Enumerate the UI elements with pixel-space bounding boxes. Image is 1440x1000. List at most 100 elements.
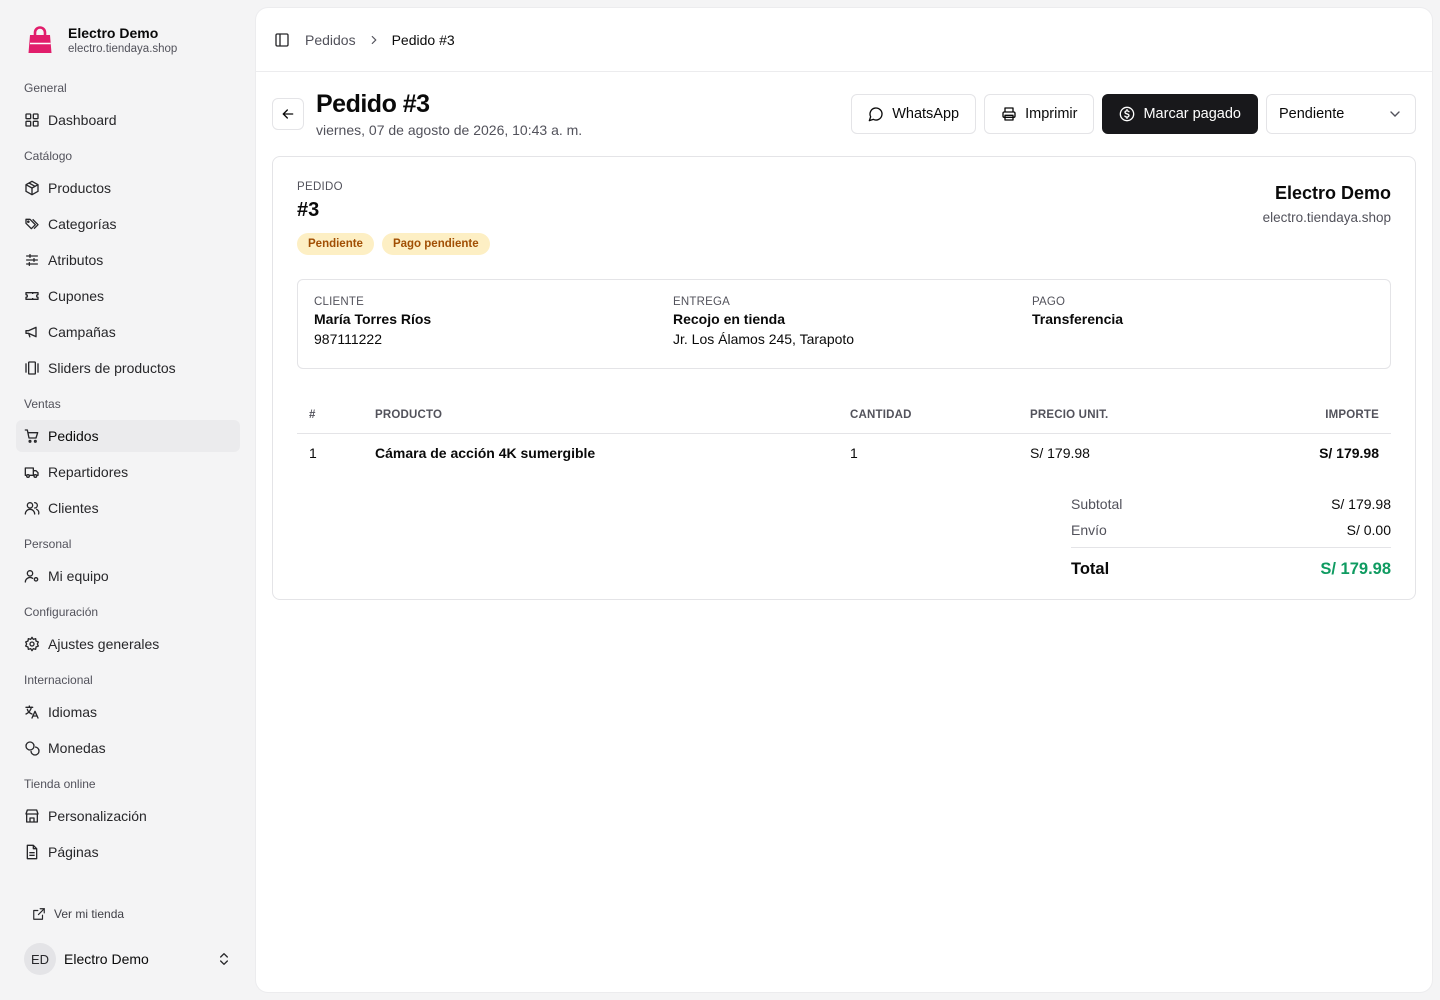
brand[interactable]: Electro Demo electro.tiendaya.shop xyxy=(24,24,177,56)
sidebar-item-categorias[interactable]: Categorías xyxy=(16,208,240,240)
order-totals: Subtotal S/ 179.98 Envío S/ 0.00 Total S… xyxy=(1071,491,1391,590)
table-header-row: # PRODUCTO CANTIDAD PRECIO UNIT. IMPORTE xyxy=(297,397,1391,434)
status-badge: Pendiente xyxy=(297,233,374,255)
customer-name: María Torres Ríos xyxy=(314,311,432,327)
gear-icon xyxy=(24,636,40,652)
nav-group-label: General xyxy=(24,81,67,95)
visit-store-link[interactable]: Ver mi tienda xyxy=(32,904,124,924)
topbar: Pedidos Pedido #3 xyxy=(256,8,1432,72)
sidebar-item-label: Personalización xyxy=(48,808,147,824)
payment-label: PAGO xyxy=(1032,296,1066,308)
sidebar-item-productos[interactable]: Productos xyxy=(16,172,240,204)
sidebar-item-label: Mi equipo xyxy=(48,568,109,584)
printer-icon xyxy=(1001,106,1017,122)
shipping-label: Envío xyxy=(1071,522,1107,538)
layout-grid-icon xyxy=(24,112,40,128)
delivery-method: Recojo en tienda xyxy=(673,311,786,327)
shipping-value: S/ 0.00 xyxy=(1346,522,1391,538)
sidebar-item-dashboard[interactable]: Dashboard xyxy=(16,104,240,136)
breadcrumb-pedidos[interactable]: Pedidos xyxy=(305,32,356,48)
nav-group-tienda-online: Tienda online Personalización Páginas xyxy=(16,772,240,868)
status-select-value: Pendiente xyxy=(1279,106,1345,122)
avatar: ED xyxy=(24,943,56,975)
sidebar-nav: General Dashboard Catálogo Productos Cat… xyxy=(16,76,240,868)
breadcrumb: Pedidos Pedido #3 xyxy=(305,32,455,48)
order-items-table: # PRODUCTO CANTIDAD PRECIO UNIT. IMPORTE… xyxy=(297,397,1391,473)
sidebar-item-label: Repartidores xyxy=(48,464,129,480)
sidebar-item-personalizacion[interactable]: Personalización xyxy=(16,800,240,832)
sidebar-item-label: Ajustes generales xyxy=(48,636,160,652)
table-row: 1 Cámara de acción 4K sumergible 1 S/ 17… xyxy=(297,433,1391,473)
account-switcher[interactable]: ED Electro Demo xyxy=(24,943,240,975)
sidebar-item-mi-equipo[interactable]: Mi equipo xyxy=(16,560,240,592)
sidebar-item-campanas[interactable]: Campañas xyxy=(16,316,240,348)
order-date: viernes, 07 de agosto de 2026, 10:43 a. … xyxy=(316,122,583,138)
customer-info: CLIENTE María Torres Ríos 987111222 xyxy=(314,296,431,347)
print-button[interactable]: Imprimir xyxy=(984,94,1095,134)
cart-icon xyxy=(24,428,40,444)
nav-group-internacional: Internacional Idiomas Monedas xyxy=(16,668,240,764)
payment-method: Transferencia xyxy=(1032,311,1124,327)
shopping-bag-icon xyxy=(24,24,56,56)
sidebar-item-atributos[interactable]: Atributos xyxy=(16,244,240,276)
sidebar-item-ajustes[interactable]: Ajustes generales xyxy=(16,628,240,660)
nav-group-configuracion: Configuración Ajustes generales xyxy=(16,600,240,660)
ticket-icon xyxy=(24,288,40,304)
chevron-down-icon xyxy=(1387,106,1403,122)
sidebar-item-pedidos[interactable]: Pedidos xyxy=(16,420,240,452)
customer-label: CLIENTE xyxy=(314,296,364,308)
mark-paid-button[interactable]: Marcar pagado xyxy=(1102,94,1258,134)
box-icon xyxy=(24,180,40,196)
column-header: PRODUCTO xyxy=(375,397,850,434)
megaphone-icon xyxy=(24,324,40,340)
brand-domain: electro.tiendaya.shop xyxy=(68,42,178,55)
sidebar-item-clientes[interactable]: Clientes xyxy=(16,492,240,524)
sidebar-item-paginas[interactable]: Páginas xyxy=(16,836,240,868)
nav-group-label: Ventas xyxy=(24,397,61,411)
nav-group-general: General Dashboard xyxy=(16,76,240,136)
user-cog-icon xyxy=(24,568,40,584)
back-button[interactable] xyxy=(272,98,304,130)
sidebar-item-label: Categorías xyxy=(48,216,117,232)
status-select[interactable]: Pendiente xyxy=(1266,94,1416,134)
item-unit-price: S/ 179.98 xyxy=(1030,445,1090,462)
tags-icon xyxy=(24,216,40,232)
sidebar-item-label: Idiomas xyxy=(48,704,98,720)
sliders-icon xyxy=(24,252,40,268)
item-product: Cámara de acción 4K sumergible xyxy=(375,445,596,462)
store-icon xyxy=(24,808,40,824)
header-actions: WhatsApp Imprimir Marcar pagado Pendient… xyxy=(843,94,1416,134)
order-number: #3 xyxy=(297,199,320,221)
sidebar-item-repartidores[interactable]: Repartidores xyxy=(16,456,240,488)
payment-status-badge: Pago pendiente xyxy=(381,233,490,255)
item-quantity: 1 xyxy=(850,445,858,462)
sidebar-item-idiomas[interactable]: Idiomas xyxy=(16,696,240,728)
order-label: PEDIDO xyxy=(297,181,343,193)
visit-store-label: Ver mi tienda xyxy=(54,907,125,921)
column-header: PRECIO UNIT. xyxy=(1030,397,1230,434)
whatsapp-button[interactable]: WhatsApp xyxy=(851,94,977,134)
print-label: Imprimir xyxy=(1025,106,1078,122)
mark-paid-label: Marcar pagado xyxy=(1143,106,1241,122)
page-header: Pedido #3 viernes, 07 de agosto de 2026,… xyxy=(272,90,1416,150)
sidebar-toggle-icon[interactable] xyxy=(274,32,290,48)
external-link-icon xyxy=(32,907,46,921)
store-domain: electro.tiendaya.shop xyxy=(1262,210,1391,225)
sidebar-item-label: Clientes xyxy=(48,500,99,516)
sidebar-item-label: Pedidos xyxy=(48,428,99,444)
dollar-circle-icon xyxy=(1119,106,1135,122)
customer-phone: 987111222 xyxy=(314,331,382,347)
sidebar-item-monedas[interactable]: Monedas xyxy=(16,732,240,764)
message-circle-icon xyxy=(868,106,884,122)
sidebar-item-label: Dashboard xyxy=(48,112,117,128)
whatsapp-label: WhatsApp xyxy=(892,106,960,122)
brand-name: Electro Demo xyxy=(68,24,159,41)
nav-group-personal: Personal Mi equipo xyxy=(16,532,240,592)
sidebar-item-label: Páginas xyxy=(48,844,99,860)
gallery-icon xyxy=(24,360,40,376)
nav-group-ventas: Ventas Pedidos Repartidores Clientes xyxy=(16,392,240,524)
nav-group-label: Personal xyxy=(24,537,72,551)
sidebar-item-sliders[interactable]: Sliders de productos xyxy=(16,352,240,384)
sidebar-item-cupones[interactable]: Cupones xyxy=(16,280,240,312)
nav-group-label: Tienda online xyxy=(24,777,96,791)
